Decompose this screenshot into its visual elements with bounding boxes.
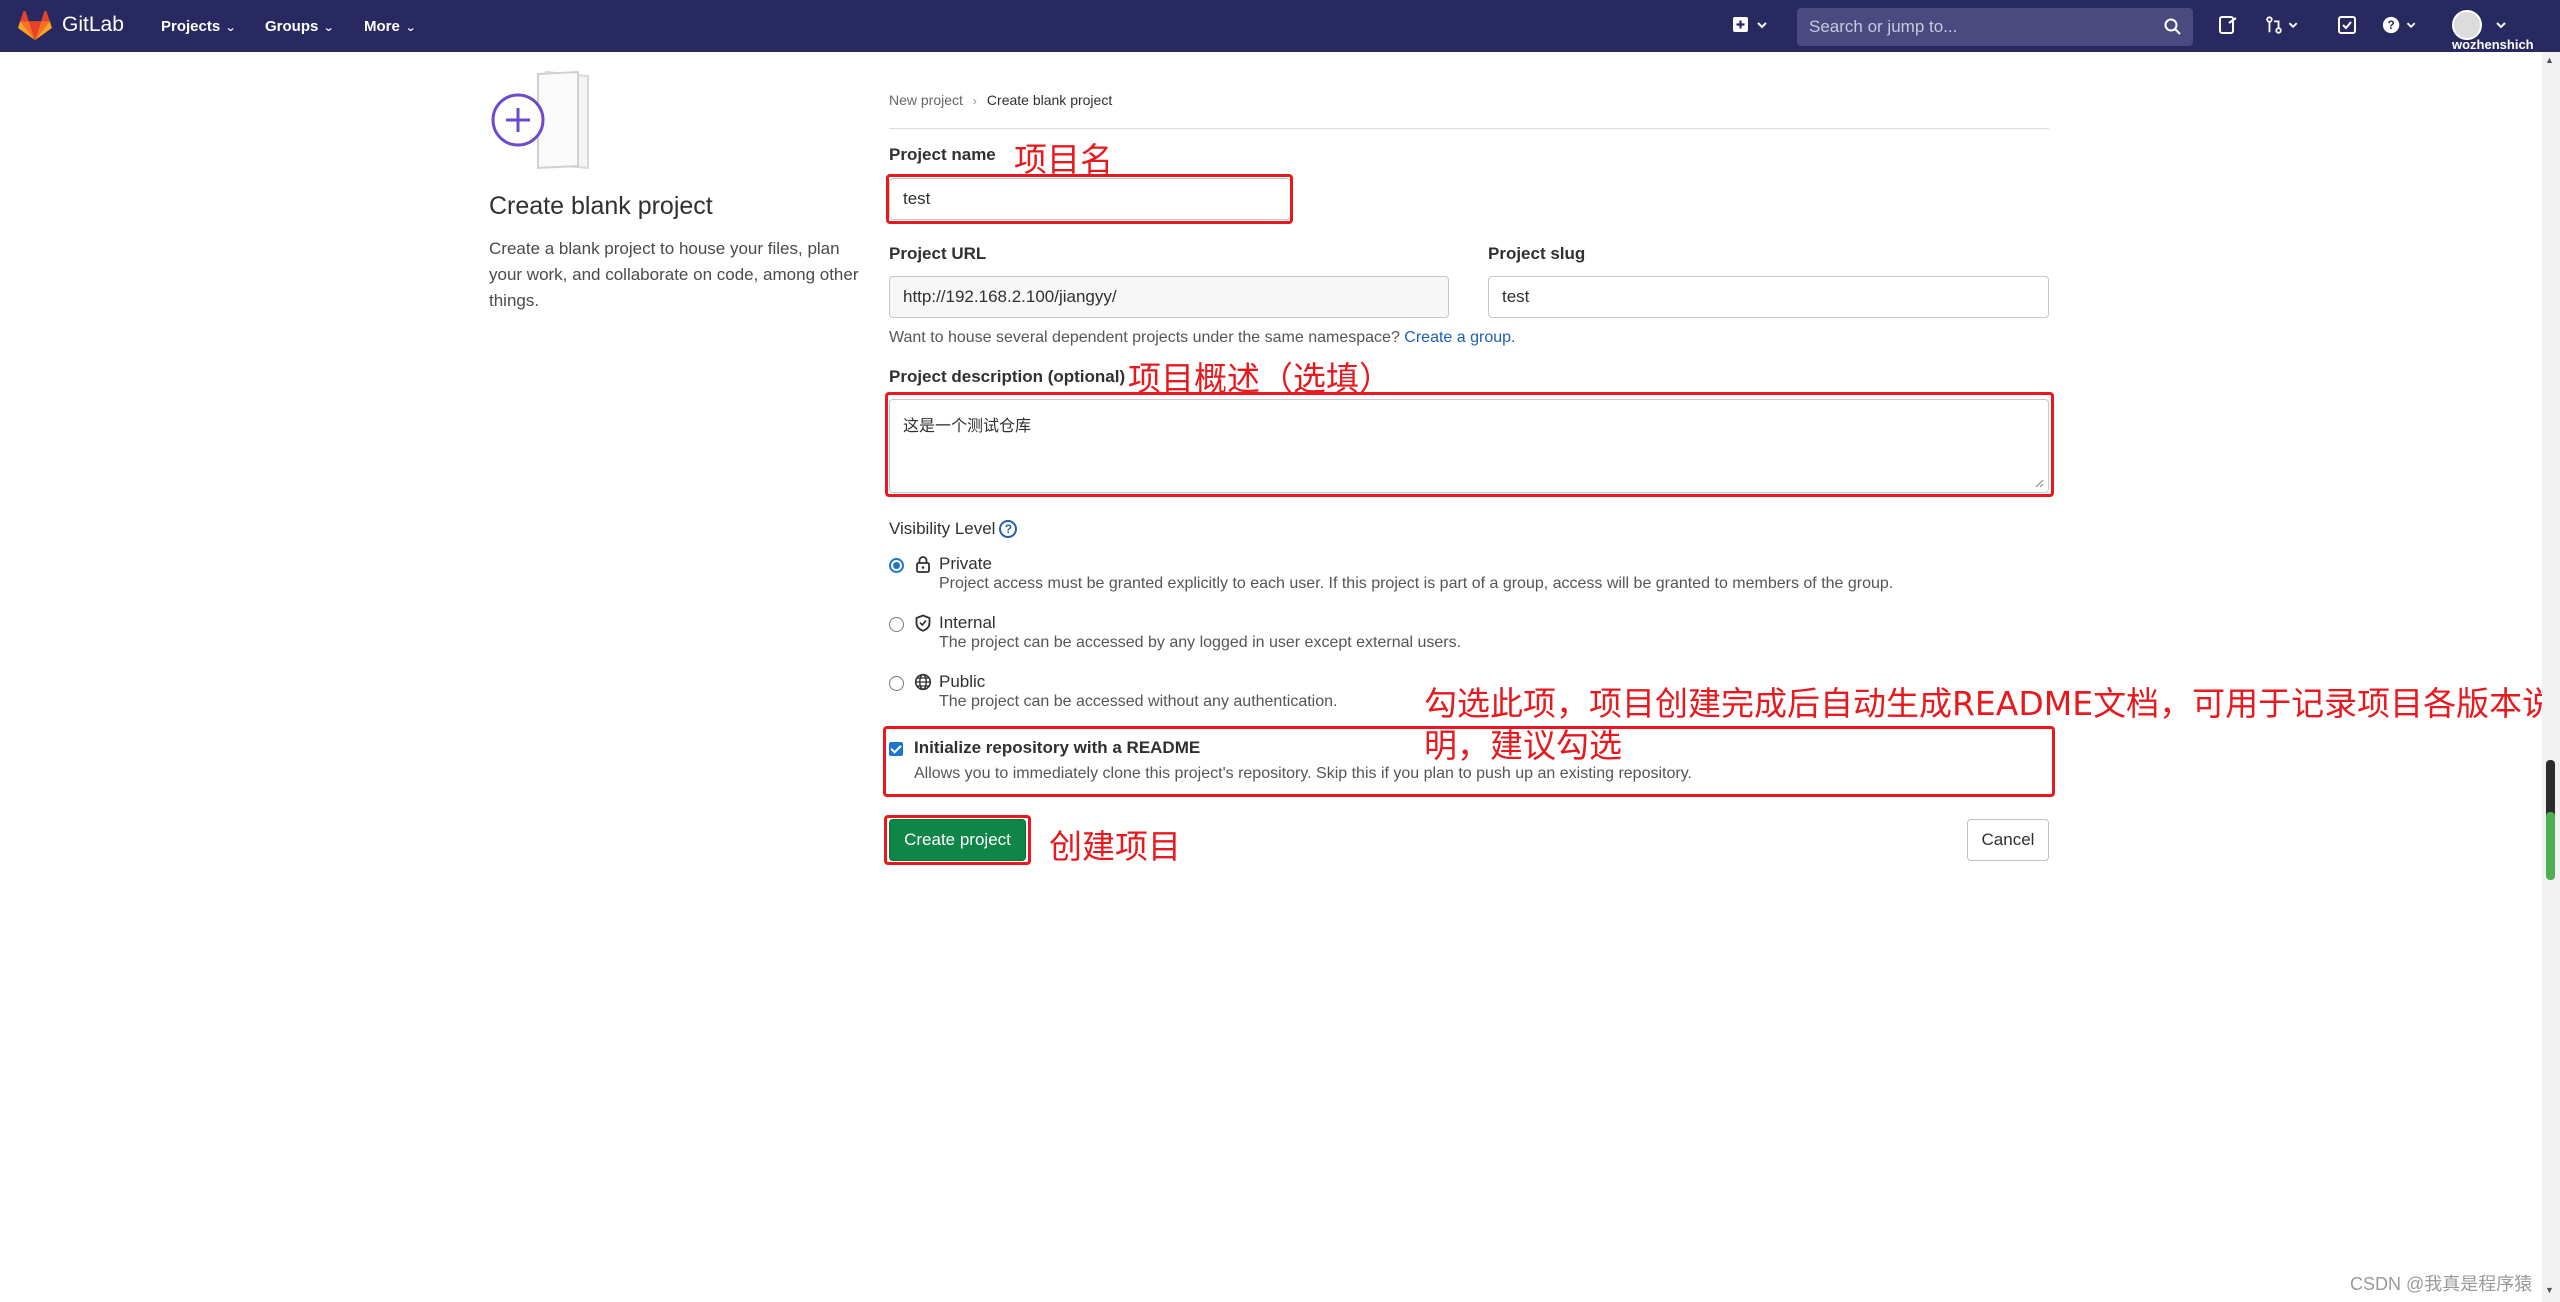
annotation-readme-line1: 勾选此项，项目创建完成后自动生成README文档，可用于记录项目各版本说 (1424, 684, 2556, 723)
svg-text:?: ? (2387, 18, 2394, 32)
new-item-dropdown[interactable] (1728, 14, 1774, 38)
annotation-box-create (884, 815, 1031, 865)
scrollbar-marker (2546, 812, 2555, 880)
visibility-internal-radio[interactable] (889, 617, 904, 632)
issues-icon[interactable] (2216, 14, 2240, 38)
annotation-project-name: 项目名 (1014, 140, 1113, 179)
visibility-private-title[interactable]: Private (939, 554, 992, 574)
annotation-box-description (885, 392, 2054, 497)
nav-groups[interactable]: Groups ⌄ (265, 18, 334, 35)
breadcrumb: New project › Create blank project (889, 92, 1112, 108)
annotation-readme-line2: 明，建议勾选 (1424, 726, 1622, 765)
divider (889, 128, 2049, 129)
top-navbar: GitLab Projects⌄ Groups⌄ More⌄ ? wozhens… (0, 0, 2560, 52)
plus-square-icon (1733, 17, 1767, 32)
question-circle-icon[interactable]: ? (999, 520, 1018, 538)
scroll-up-icon[interactable]: ▲ (2545, 55, 2554, 65)
gitlab-logo-icon[interactable] (18, 11, 52, 41)
project-slug-label: Project slug (1488, 244, 1586, 263)
description-label: Project description (optional) (889, 367, 1126, 386)
chevron-down-icon: ⌄ (323, 22, 335, 34)
visibility-public-radio[interactable] (889, 676, 904, 691)
page-description: Create a blank project to house your fil… (489, 239, 859, 310)
search-input[interactable] (1797, 8, 2147, 46)
chevron-down-icon: ⌄ (225, 22, 237, 34)
search-icon[interactable] (2163, 17, 2183, 37)
nav-projects[interactable]: Projects ⌄ (161, 18, 237, 35)
page-title: Create blank project (489, 192, 713, 220)
cancel-button[interactable]: Cancel (1967, 819, 2049, 861)
breadcrumb-new-project[interactable]: New project (889, 92, 963, 108)
blank-project-illustration-icon (491, 70, 589, 170)
annotation-box-project-name (886, 174, 1293, 224)
chevron-down-icon[interactable] (2490, 14, 2514, 38)
annotation-description: 项目概述（选填） (1128, 359, 1392, 398)
globe-icon (914, 673, 932, 691)
page-scrollbar[interactable]: ▲ ▼ (2542, 52, 2560, 1302)
breadcrumb-current: Create blank project (986, 92, 1113, 108)
help-icon[interactable]: ? (2380, 14, 2424, 38)
todos-icon[interactable] (2335, 14, 2359, 38)
project-slug-input[interactable]: test (1488, 276, 2049, 318)
chevron-down-icon: ⌄ (404, 22, 416, 34)
visibility-internal-desc: The project can be accessed by any logge… (939, 634, 1462, 651)
watermark: CSDN @我真是程序猿 (2350, 1274, 2533, 1294)
shield-icon (915, 614, 931, 632)
annotation-create: 创建项目 (1049, 827, 1181, 866)
avatar[interactable] (2452, 10, 2482, 40)
visibility-private-desc: Project access must be granted explicitl… (939, 575, 1894, 592)
merge-requests-icon[interactable] (2262, 14, 2306, 38)
project-url-input[interactable]: http://192.168.2.100/jiangyy/ (889, 276, 1449, 318)
scroll-down-icon[interactable]: ▼ (2545, 1285, 2554, 1295)
visibility-label: Visibility Level? (889, 519, 1018, 539)
brand-name[interactable]: GitLab (62, 13, 124, 37)
lock-icon (916, 556, 930, 573)
visibility-internal-title[interactable]: Internal (939, 613, 996, 633)
search-box[interactable] (1797, 8, 2193, 46)
visibility-private-radio[interactable] (889, 558, 904, 573)
project-url-label: Project URL (889, 244, 987, 263)
chevron-right-icon: › (972, 94, 977, 108)
namespace-hint: Want to house several dependent projects… (889, 329, 1516, 346)
create-group-link[interactable]: Create a group. (1404, 329, 1515, 346)
visibility-public-desc: The project can be accessed without any … (939, 693, 1338, 710)
username: wozhenshich (2452, 37, 2534, 52)
nav-more[interactable]: More ⌄ (364, 18, 416, 35)
project-name-label: Project name (889, 145, 996, 164)
visibility-public-title[interactable]: Public (939, 672, 985, 692)
